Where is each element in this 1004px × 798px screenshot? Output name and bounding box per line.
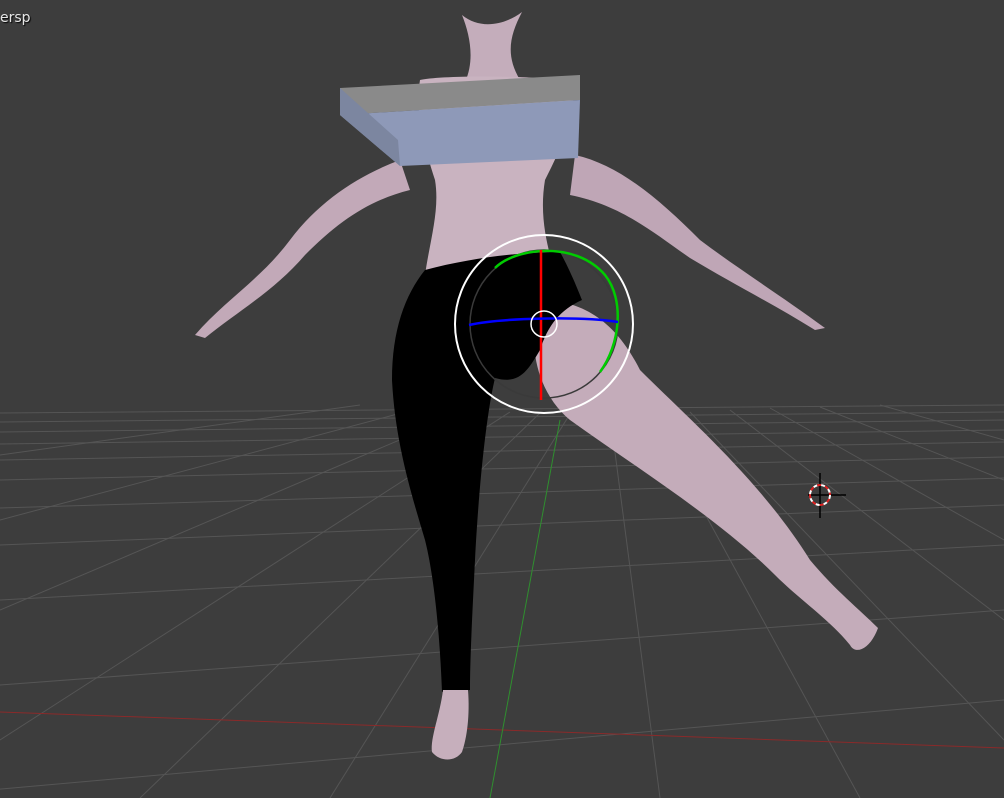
- box-mesh[interactable]: [340, 75, 580, 166]
- floor-grid: [0, 404, 1004, 798]
- right-leg[interactable]: [534, 300, 878, 650]
- neck[interactable]: [462, 12, 522, 82]
- y-axis-line: [489, 419, 561, 798]
- right-arm[interactable]: [570, 155, 825, 330]
- left-arm[interactable]: [195, 160, 410, 338]
- x-axis-line: [0, 711, 1004, 749]
- 3d-viewport[interactable]: ersp: [0, 0, 1004, 798]
- left-foot[interactable]: [431, 690, 469, 760]
- viewport-canvas[interactable]: [0, 0, 1004, 798]
- view-label: ersp: [0, 10, 31, 26]
